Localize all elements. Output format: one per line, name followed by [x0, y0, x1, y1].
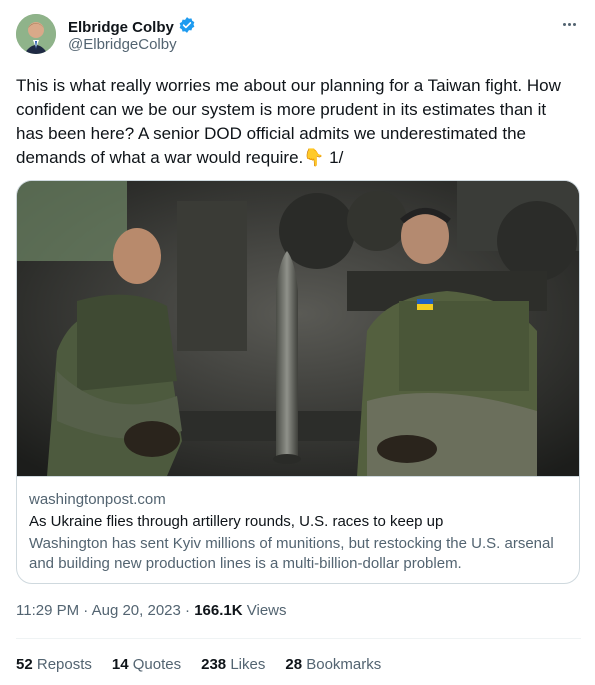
- more-options-icon[interactable]: [559, 16, 579, 32]
- tweet-time[interactable]: 11:29 PM: [16, 602, 79, 619]
- engagement-stats: 52 Reposts 14 Quotes 238 Likes 28 Bookma…: [16, 656, 381, 673]
- thread-marker: 1/: [329, 148, 344, 167]
- tweet-header: Elbridge Colby @ElbridgeColby: [16, 14, 581, 58]
- quotes-stat[interactable]: 14 Quotes: [112, 656, 181, 673]
- meta-separator: ·: [83, 602, 89, 619]
- tweet-meta: 11:29 PM · Aug 20, 2023 · 166.1K Views: [16, 602, 287, 619]
- quotes-label: Quotes: [132, 656, 182, 673]
- likes-stat[interactable]: 238 Likes: [201, 656, 265, 673]
- bookmarks-label: Bookmarks: [306, 656, 382, 673]
- tweet-text: This is what really worries me about our…: [16, 74, 578, 170]
- link-card-description: Washington has sent Kyiv millions of mun…: [29, 535, 554, 572]
- likes-label: Likes: [230, 656, 266, 673]
- author-handle[interactable]: @ElbridgeColby: [68, 36, 177, 53]
- likes-count: 238: [201, 656, 227, 673]
- link-card-image: [17, 181, 579, 477]
- author-avatar[interactable]: [16, 14, 56, 54]
- views-label: Views: [246, 602, 287, 619]
- bookmarks-stat[interactable]: 28 Bookmarks: [285, 656, 381, 673]
- bookmarks-count: 28: [285, 656, 303, 673]
- verified-badge-icon[interactable]: [178, 16, 196, 39]
- quotes-count: 14: [111, 656, 129, 673]
- link-card-title[interactable]: As Ukraine flies through artillery round…: [29, 512, 569, 532]
- reposts-count: 52: [16, 656, 33, 673]
- divider: [16, 638, 581, 639]
- tweet-body: This is what really worries me about our…: [16, 76, 561, 167]
- meta-separator-2: ·: [185, 602, 191, 619]
- pointing-down-emoji: 👇: [303, 148, 325, 167]
- author-display-name[interactable]: Elbridge Colby: [68, 19, 174, 36]
- tweet-date[interactable]: Aug 20, 2023: [92, 602, 181, 619]
- reposts-stat[interactable]: 52 Reposts: [16, 656, 92, 673]
- reposts-label: Reposts: [36, 656, 92, 673]
- link-card[interactable]: washingtonpost.com As Ukraine flies thro…: [16, 180, 580, 584]
- link-card-domain[interactable]: washingtonpost.com: [29, 490, 569, 510]
- views-count: 166.1K: [194, 602, 243, 619]
